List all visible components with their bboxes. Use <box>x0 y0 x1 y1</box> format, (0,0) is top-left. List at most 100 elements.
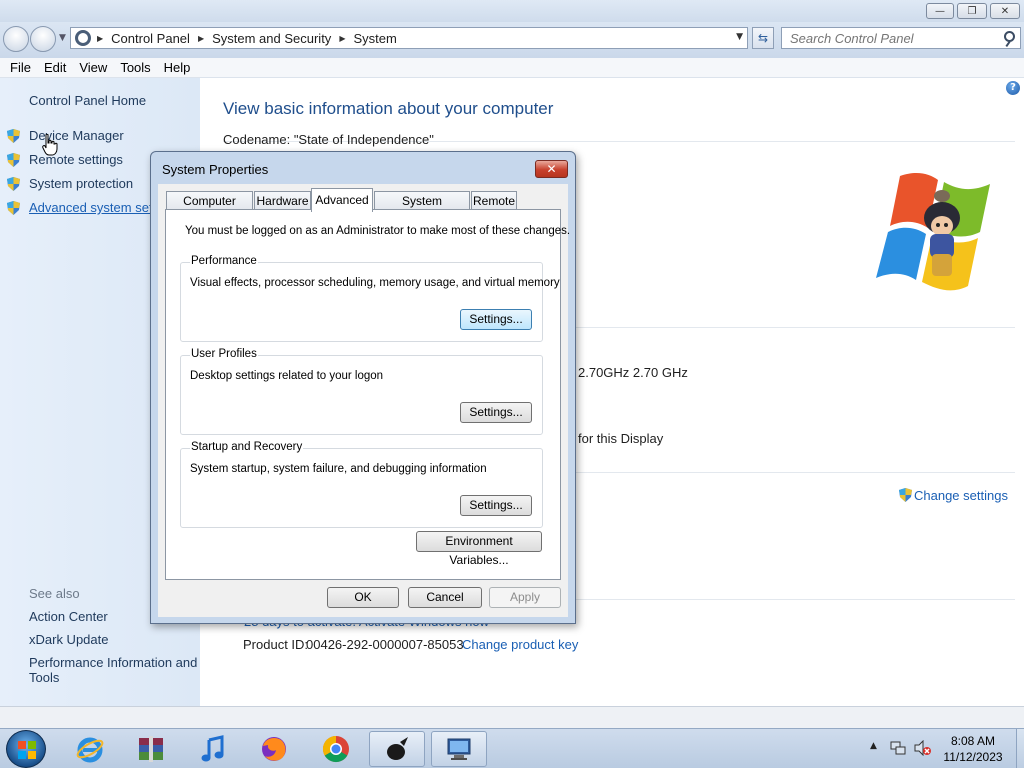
network-icon[interactable] <box>890 740 906 756</box>
uac-shield-icon <box>7 153 20 167</box>
control-panel-home-link[interactable]: Control Panel Home <box>29 93 146 108</box>
system-properties-dialog: System Properties ✕ Computer Name Hardwa… <box>150 151 576 624</box>
breadcrumb-arrow-icon[interactable]: ▶ <box>339 34 345 43</box>
codename-text: Codename: "State of Independence" <box>223 132 434 147</box>
breadcrumb-control-panel[interactable]: Control Panel <box>111 31 190 46</box>
status-bar <box>0 706 1024 728</box>
internet-explorer-taskbar-button[interactable] <box>62 731 118 767</box>
user-profiles-group: User Profiles Desktop settings related t… <box>180 348 543 435</box>
menu-bar: File Edit View Tools Help <box>0 58 1024 78</box>
breadcrumb-arrow-icon[interactable]: ▶ <box>97 34 103 43</box>
breadcrumb-arrow-icon[interactable]: ▶ <box>198 34 204 43</box>
performance-settings-button[interactable]: Settings... <box>460 309 532 330</box>
window-titlebar: — ❐ ✕ <box>0 0 1024 22</box>
clock-date: 11/12/2023 <box>943 750 1003 764</box>
chrome-taskbar-button[interactable] <box>308 731 364 767</box>
action-center-link[interactable]: Action Center <box>29 609 108 624</box>
tab-advanced[interactable]: Advanced <box>311 188 373 212</box>
change-product-key-link[interactable]: Change product key <box>462 637 578 652</box>
advanced-tab-panel: You must be logged on as an Administrato… <box>165 209 570 580</box>
dialog-title: System Properties <box>162 162 269 177</box>
apply-button[interactable]: Apply <box>489 587 561 608</box>
refresh-button[interactable]: ⇆ <box>752 27 774 49</box>
restore-button[interactable]: ❐ <box>957 3 987 19</box>
product-id-value: 00426-292-0000007-85053 <box>306 637 464 652</box>
show-desktop-button[interactable] <box>1016 729 1024 768</box>
performance-information-link-line2[interactable]: Tools <box>29 670 59 685</box>
system-protection-link[interactable]: System protection <box>29 176 133 191</box>
forward-button[interactable] <box>30 26 56 52</box>
xdark-update-link[interactable]: xDark Update <box>29 632 108 647</box>
startup-recovery-group: Startup and Recovery System startup, sys… <box>180 441 543 528</box>
dialog-close-button[interactable]: ✕ <box>535 160 568 178</box>
music-note-icon <box>201 735 224 762</box>
back-button[interactable] <box>3 26 29 52</box>
control-panel-icon <box>75 30 91 46</box>
archive-manager-icon <box>139 736 163 762</box>
menu-file[interactable]: File <box>0 60 31 75</box>
recent-pages-dropdown[interactable]: ▼ <box>59 33 66 43</box>
internet-explorer-icon <box>76 737 104 763</box>
itunes-taskbar-button[interactable] <box>185 731 241 767</box>
cancel-button[interactable]: Cancel <box>408 587 482 608</box>
uac-shield-icon <box>7 177 20 191</box>
processor-speed-text: 2.70GHz 2.70 GHz <box>578 365 688 380</box>
environment-variables-button[interactable]: Environment Variables... <box>416 531 542 567</box>
windows-flag-icon <box>18 741 36 759</box>
startup-recovery-settings-button[interactable]: Settings... <box>460 495 532 516</box>
chrome-icon <box>322 735 349 763</box>
restore-icon: ❐ <box>967 5 977 17</box>
dialog-titlebar[interactable]: System Properties ✕ <box>151 152 575 184</box>
xdark-taskbar-button[interactable] <box>369 731 425 767</box>
dialog-body: Computer Name Hardware Advanced System P… <box>158 184 570 617</box>
firefox-taskbar-button[interactable] <box>246 731 302 767</box>
search-box[interactable] <box>781 27 1021 49</box>
taskbar-clock[interactable]: 8:08 AM 11/12/2023 <box>930 733 1016 765</box>
navigation-bar: ▼ ▶ Control Panel ▶ System and Security … <box>0 22 1024 58</box>
close-window-button[interactable]: ✕ <box>990 3 1020 19</box>
tab-hardware[interactable]: Hardware <box>254 191 311 211</box>
tab-computer-name[interactable]: Computer Name <box>166 191 253 226</box>
clock-time: 8:08 AM <box>950 734 996 748</box>
performance-label: Performance <box>190 255 258 267</box>
see-also-heading: See also <box>29 586 80 601</box>
system-properties-taskbar-button[interactable] <box>431 731 487 767</box>
address-bar[interactable]: ▶ Control Panel ▶ System and Security ▶ … <box>70 27 748 49</box>
performance-description: Visual effects, processor scheduling, me… <box>190 277 560 289</box>
minimize-icon: — <box>935 5 945 17</box>
taskbar: ▲ 8:08 AM 11/12/2023 <box>0 728 1024 768</box>
tab-system-protection[interactable]: System Protection <box>374 191 470 226</box>
performance-information-link[interactable]: Performance Information and <box>29 655 197 670</box>
menu-view[interactable]: View <box>69 60 107 75</box>
minimize-button[interactable]: — <box>926 3 954 19</box>
address-history-dropdown[interactable]: ▼ <box>736 32 743 42</box>
menu-edit[interactable]: Edit <box>34 60 66 75</box>
user-profiles-settings-button[interactable]: Settings... <box>460 402 532 423</box>
product-id-label: Product ID: <box>243 637 309 652</box>
hand-cursor-icon <box>42 134 58 156</box>
help-icon[interactable]: ? <box>1006 81 1020 95</box>
menu-tools[interactable]: Tools <box>110 60 150 75</box>
startup-recovery-description: System startup, system failure, and debu… <box>190 463 487 475</box>
archive-manager-taskbar-button[interactable] <box>123 731 179 767</box>
search-input[interactable] <box>782 28 992 48</box>
uac-shield-icon <box>899 488 912 502</box>
close-icon: ✕ <box>546 162 557 176</box>
search-icon[interactable] <box>1004 31 1015 42</box>
uac-shield-icon <box>7 201 20 215</box>
breadcrumb-system-and-security[interactable]: System and Security <box>212 31 331 46</box>
breadcrumb-system[interactable]: System <box>353 31 396 46</box>
startup-recovery-label: Startup and Recovery <box>190 441 304 453</box>
uac-shield-icon <box>7 129 20 143</box>
windows-logo-image <box>876 173 990 291</box>
close-icon: ✕ <box>1000 5 1010 17</box>
menu-help[interactable]: Help <box>154 60 191 75</box>
show-hidden-icons-icon[interactable]: ▲ <box>870 741 877 751</box>
refresh-icon: ⇆ <box>757 31 769 45</box>
change-settings-link[interactable]: Change settings <box>914 488 1008 503</box>
start-button[interactable] <box>6 730 46 768</box>
display-info-text: for this Display <box>578 431 664 446</box>
ok-button[interactable]: OK <box>327 587 399 608</box>
xdark-app-icon <box>387 737 408 760</box>
tab-remote[interactable]: Remote <box>471 191 517 211</box>
